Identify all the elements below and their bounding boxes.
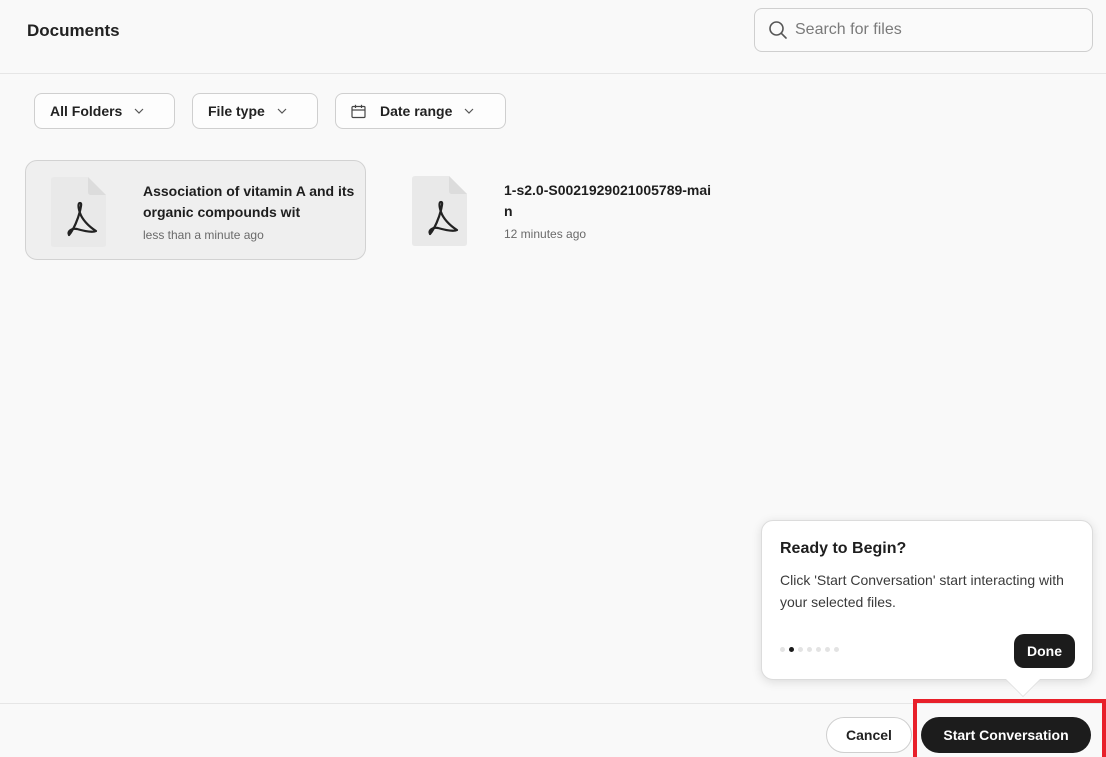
all-folders-label: All Folders <box>50 103 123 119</box>
calendar-icon <box>351 104 366 119</box>
tooltip-body: Click 'Start Conversation' start interac… <box>780 572 1064 610</box>
search-box[interactable] <box>754 8 1093 52</box>
file-time: less than a minute ago <box>143 228 264 242</box>
file-time: 12 minutes ago <box>504 227 587 241</box>
step-dot <box>825 647 830 652</box>
search-icon <box>769 21 787 39</box>
file-type-label: File type <box>208 103 265 119</box>
step-indicator <box>780 647 839 652</box>
file-name: Association of vitamin A and its organic… <box>143 183 355 220</box>
search-input[interactable] <box>795 21 1075 39</box>
step-dot <box>780 647 785 652</box>
file-card[interactable]: 1-s2.0-S0021929021005789-main 12 minutes… <box>387 160 728 260</box>
tooltip-title: Ready to Begin? <box>780 540 907 557</box>
step-dot <box>816 647 821 652</box>
start-conversation-button[interactable]: Start Conversation <box>921 717 1091 753</box>
chevron-down-icon <box>464 108 474 114</box>
pdf-file-icon <box>51 177 106 247</box>
step-dot <box>798 647 803 652</box>
date-range-dropdown[interactable]: Date range <box>335 93 506 129</box>
onboarding-tooltip: Ready to Begin? Click 'Start Conversatio… <box>761 520 1093 680</box>
page-title: Documents <box>27 21 120 40</box>
all-folders-dropdown[interactable]: All Folders <box>34 93 175 129</box>
pdf-file-icon <box>412 176 467 246</box>
tooltip-arrow <box>1006 679 1040 696</box>
step-dot <box>834 647 839 652</box>
chevron-down-icon <box>277 108 287 114</box>
date-range-label: Date range <box>380 103 453 119</box>
cancel-button[interactable]: Cancel <box>826 717 912 753</box>
file-type-dropdown[interactable]: File type <box>192 93 318 129</box>
file-card[interactable]: Association of vitamin A and its organic… <box>25 160 366 260</box>
header-bar: Documents <box>0 0 1106 74</box>
step-dot <box>789 647 794 652</box>
step-dot <box>807 647 812 652</box>
chevron-down-icon <box>134 108 144 114</box>
file-name: 1-s2.0-S0021929021005789-main <box>504 182 712 219</box>
done-button[interactable]: Done <box>1014 634 1075 668</box>
